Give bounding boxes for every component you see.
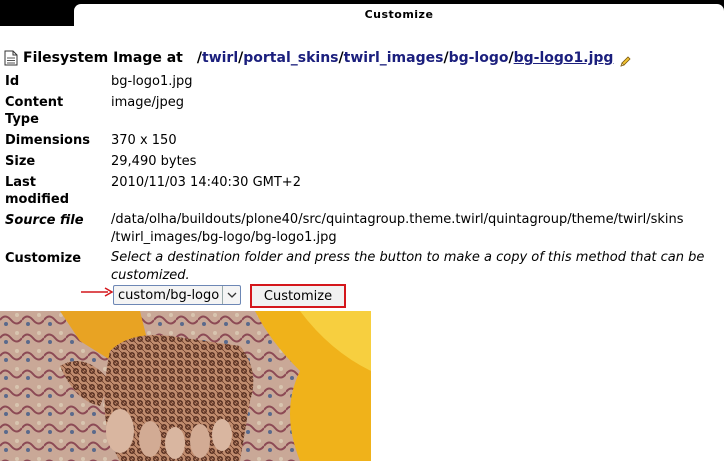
breadcrumb-link-bg-logo[interactable]: bg-logo	[449, 50, 509, 66]
source-file-label: Source file	[5, 213, 84, 228]
source-file-value: /data/olha/buildouts/plone40/src/quintag…	[111, 212, 684, 245]
content-type-value: image/jpeg	[111, 95, 184, 110]
page-title-prefix: Filesystem Image at	[23, 50, 183, 66]
last-modified-value: 2010/11/03 14:40:30 GMT+2	[111, 175, 301, 190]
breadcrumb-link-current-file[interactable]: bg-logo1.jpg	[514, 50, 614, 66]
id-value: bg-logo1.jpg	[111, 74, 193, 89]
pencil-icon[interactable]	[619, 55, 632, 68]
breadcrumb: /twirl/portal_skins/twirl_images/bg-logo…	[196, 50, 614, 66]
size-value: 29,490 bytes	[111, 154, 197, 169]
chevron-down-icon[interactable]	[222, 286, 240, 304]
arrow-right-icon	[81, 287, 114, 297]
destination-folder-select[interactable]: custom/bg-logo	[113, 285, 241, 305]
tab-customize[interactable]: Customize	[74, 4, 724, 32]
customize-label: Customize	[5, 251, 82, 266]
page-title: Filesystem Image at /twirl/portal_skins/…	[4, 47, 720, 69]
breadcrumb-link-twirl-images[interactable]: twirl_images	[344, 50, 444, 66]
id-label: Id	[5, 74, 20, 89]
top-bar: Customize	[0, 0, 724, 32]
file-icon	[4, 50, 18, 66]
dimensions-label: Dimensions	[5, 133, 90, 148]
breadcrumb-link-portal-skins[interactable]: portal_skins	[243, 50, 338, 66]
last-modified-label: Last modified	[5, 175, 69, 207]
customize-instructions: Select a destination folder and press th…	[111, 250, 705, 283]
breadcrumb-link-twirl[interactable]: twirl	[202, 50, 238, 66]
customize-button[interactable]: Customize	[250, 284, 346, 308]
size-label: Size	[5, 154, 36, 169]
dimensions-value: 370 x 150	[111, 133, 177, 148]
destination-folder-value: custom/bg-logo	[118, 287, 220, 303]
content-type-label: Content Type	[5, 95, 64, 127]
preview-image	[0, 311, 371, 461]
